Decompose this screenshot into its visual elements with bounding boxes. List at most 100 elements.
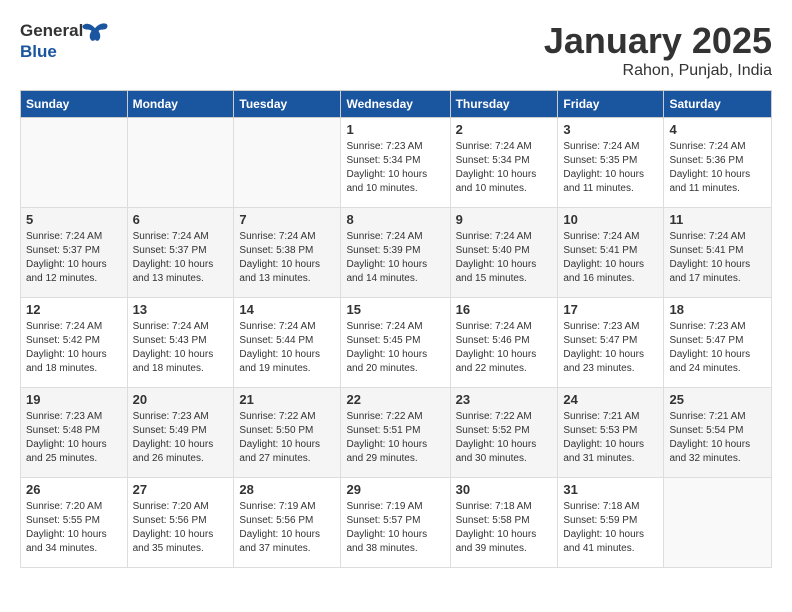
- day-number: 28: [239, 482, 335, 497]
- table-row: 25Sunrise: 7:21 AM Sunset: 5:54 PM Dayli…: [664, 388, 772, 478]
- day-info: Sunrise: 7:24 AM Sunset: 5:42 PM Dayligh…: [26, 320, 122, 376]
- calendar-header-row: Sunday Monday Tuesday Wednesday Thursday…: [21, 91, 772, 118]
- table-row: 8 Sunrise: 7:24 AM Sunset: 5:39 PM Daylig…: [341, 208, 450, 298]
- day-number: 21: [239, 392, 335, 407]
- day-info: Sunrise: 7:24 AM Sunset: 5:41 PM Dayligh…: [669, 230, 766, 286]
- day-number: 2: [456, 122, 553, 137]
- table-row: 13 Sunrise: 7:24 AM Sunset: 5:43 PM Dayli…: [127, 298, 234, 388]
- table-row: [664, 478, 772, 568]
- day-info: Sunrise: 7:19 AM Sunset: 5:56 PM Dayligh…: [239, 500, 335, 556]
- day-number: 14: [239, 302, 335, 317]
- day-info: Sunrise: 7:24 AM Sunset: 5:36 PM Dayligh…: [669, 140, 766, 196]
- table-row: 19 Sunrise: 7:23 AM Sunset: 5:48 PM Dayli…: [21, 388, 128, 478]
- calendar-week-row: 12 Sunrise: 7:24 AM Sunset: 5:42 PM Dayli…: [21, 298, 772, 388]
- day-number: 30: [456, 482, 553, 497]
- header-saturday: Saturday: [664, 91, 772, 118]
- logo-blue: Blue: [20, 42, 57, 61]
- day-number: 11: [669, 212, 766, 227]
- table-row: 6Sunrise: 7:24 AM Sunset: 5:37 PM Daylig…: [127, 208, 234, 298]
- table-row: 1Sunrise: 7:23 AM Sunset: 5:34 PM Daylig…: [341, 118, 450, 208]
- header-friday: Friday: [558, 91, 664, 118]
- day-number: 31: [563, 482, 658, 497]
- table-row: 17 Sunrise: 7:23 AM Sunset: 5:47 PM Dayli…: [558, 298, 664, 388]
- day-number: 15: [346, 302, 444, 317]
- day-number: 19: [26, 392, 122, 407]
- header-monday: Monday: [127, 91, 234, 118]
- title-section: January 2025 Rahon, Punjab, India: [544, 20, 772, 80]
- day-info: Sunrise: 7:22 AM Sunset: 5:51 PM Dayligh…: [346, 410, 444, 466]
- day-number: 29: [346, 482, 444, 497]
- day-info: Sunrise: 7:24 AM Sunset: 5:39 PM Dayligh…: [346, 230, 444, 286]
- table-row: 2Sunrise: 7:24 AM Sunset: 5:34 PM Daylig…: [450, 118, 558, 208]
- logo: General Blue: [20, 20, 80, 60]
- table-row: 28 Sunrise: 7:19 AM Sunset: 5:56 PM Dayli…: [234, 478, 341, 568]
- location: Rahon, Punjab, India: [544, 62, 772, 80]
- table-row: 24Sunrise: 7:21 AM Sunset: 5:53 PM Dayli…: [558, 388, 664, 478]
- day-number: 20: [133, 392, 229, 407]
- calendar-week-row: 26 Sunrise: 7:20 AM Sunset: 5:55 PM Dayli…: [21, 478, 772, 568]
- day-info: Sunrise: 7:24 AM Sunset: 5:37 PM Dayligh…: [26, 230, 122, 286]
- day-number: 7: [239, 212, 335, 227]
- table-row: 21 Sunrise: 7:22 AM Sunset: 5:50 PM Dayli…: [234, 388, 341, 478]
- calendar-week-row: 1Sunrise: 7:23 AM Sunset: 5:34 PM Daylig…: [21, 118, 772, 208]
- header-tuesday: Tuesday: [234, 91, 341, 118]
- logo-general: General: [20, 21, 83, 40]
- table-row: 30 Sunrise: 7:18 AM Sunset: 5:58 PM Dayli…: [450, 478, 558, 568]
- day-info: Sunrise: 7:24 AM Sunset: 5:37 PM Dayligh…: [133, 230, 229, 286]
- day-info: Sunrise: 7:20 AM Sunset: 5:55 PM Dayligh…: [26, 500, 122, 556]
- day-number: 24: [563, 392, 658, 407]
- day-info: Sunrise: 7:21 AM Sunset: 5:54 PM Dayligh…: [669, 410, 766, 466]
- day-number: 5: [26, 212, 122, 227]
- table-row: 3Sunrise: 7:24 AM Sunset: 5:35 PM Daylig…: [558, 118, 664, 208]
- table-row: 11 Sunrise: 7:24 AM Sunset: 5:41 PM Dayli…: [664, 208, 772, 298]
- day-info: Sunrise: 7:24 AM Sunset: 5:46 PM Dayligh…: [456, 320, 553, 376]
- day-info: Sunrise: 7:23 AM Sunset: 5:48 PM Dayligh…: [26, 410, 122, 466]
- day-number: 3: [563, 122, 658, 137]
- day-info: Sunrise: 7:24 AM Sunset: 5:40 PM Dayligh…: [456, 230, 553, 286]
- table-row: 4 Sunrise: 7:24 AM Sunset: 5:36 PM Daylig…: [664, 118, 772, 208]
- table-row: 14Sunrise: 7:24 AM Sunset: 5:44 PM Dayli…: [234, 298, 341, 388]
- day-info: Sunrise: 7:22 AM Sunset: 5:52 PM Dayligh…: [456, 410, 553, 466]
- header-sunday: Sunday: [21, 91, 128, 118]
- table-row: 20 Sunrise: 7:23 AM Sunset: 5:49 PM Dayli…: [127, 388, 234, 478]
- day-info: Sunrise: 7:24 AM Sunset: 5:41 PM Dayligh…: [563, 230, 658, 286]
- day-info: Sunrise: 7:22 AM Sunset: 5:50 PM Dayligh…: [239, 410, 335, 466]
- table-row: 18 Sunrise: 7:23 AM Sunset: 5:47 PM Dayli…: [664, 298, 772, 388]
- table-row: 23 Sunrise: 7:22 AM Sunset: 5:52 PM Dayli…: [450, 388, 558, 478]
- month-title: January 2025: [544, 20, 772, 62]
- day-number: 10: [563, 212, 658, 227]
- table-row: 9 Sunrise: 7:24 AM Sunset: 5:40 PM Daylig…: [450, 208, 558, 298]
- table-row: 22Sunrise: 7:22 AM Sunset: 5:51 PM Dayli…: [341, 388, 450, 478]
- calendar-table: Sunday Monday Tuesday Wednesday Thursday…: [20, 90, 772, 568]
- day-number: 18: [669, 302, 766, 317]
- day-number: 13: [133, 302, 229, 317]
- day-number: 23: [456, 392, 553, 407]
- day-info: Sunrise: 7:20 AM Sunset: 5:56 PM Dayligh…: [133, 500, 229, 556]
- day-number: 17: [563, 302, 658, 317]
- day-number: 9: [456, 212, 553, 227]
- day-info: Sunrise: 7:23 AM Sunset: 5:47 PM Dayligh…: [563, 320, 658, 376]
- day-info: Sunrise: 7:23 AM Sunset: 5:47 PM Dayligh…: [669, 320, 766, 376]
- logo-bird-icon: [82, 20, 108, 46]
- table-row: 10 Sunrise: 7:24 AM Sunset: 5:41 PM Dayli…: [558, 208, 664, 298]
- day-number: 1: [346, 122, 444, 137]
- day-number: 4: [669, 122, 766, 137]
- day-number: 8: [346, 212, 444, 227]
- day-number: 26: [26, 482, 122, 497]
- table-row: 26 Sunrise: 7:20 AM Sunset: 5:55 PM Dayli…: [21, 478, 128, 568]
- table-row: 16Sunrise: 7:24 AM Sunset: 5:46 PM Dayli…: [450, 298, 558, 388]
- table-row: 29 Sunrise: 7:19 AM Sunset: 5:57 PM Dayli…: [341, 478, 450, 568]
- header: General Blue January 2025 Rahon, Punjab,…: [20, 20, 772, 80]
- table-row: 27 Sunrise: 7:20 AM Sunset: 5:56 PM Dayli…: [127, 478, 234, 568]
- day-number: 12: [26, 302, 122, 317]
- table-row: 7 Sunrise: 7:24 AM Sunset: 5:38 PM Daylig…: [234, 208, 341, 298]
- day-number: 27: [133, 482, 229, 497]
- day-info: Sunrise: 7:24 AM Sunset: 5:38 PM Dayligh…: [239, 230, 335, 286]
- day-info: Sunrise: 7:23 AM Sunset: 5:49 PM Dayligh…: [133, 410, 229, 466]
- table-row: [21, 118, 128, 208]
- table-row: 12 Sunrise: 7:24 AM Sunset: 5:42 PM Dayli…: [21, 298, 128, 388]
- day-info: Sunrise: 7:24 AM Sunset: 5:43 PM Dayligh…: [133, 320, 229, 376]
- day-info: Sunrise: 7:19 AM Sunset: 5:57 PM Dayligh…: [346, 500, 444, 556]
- header-wednesday: Wednesday: [341, 91, 450, 118]
- day-info: Sunrise: 7:18 AM Sunset: 5:58 PM Dayligh…: [456, 500, 553, 556]
